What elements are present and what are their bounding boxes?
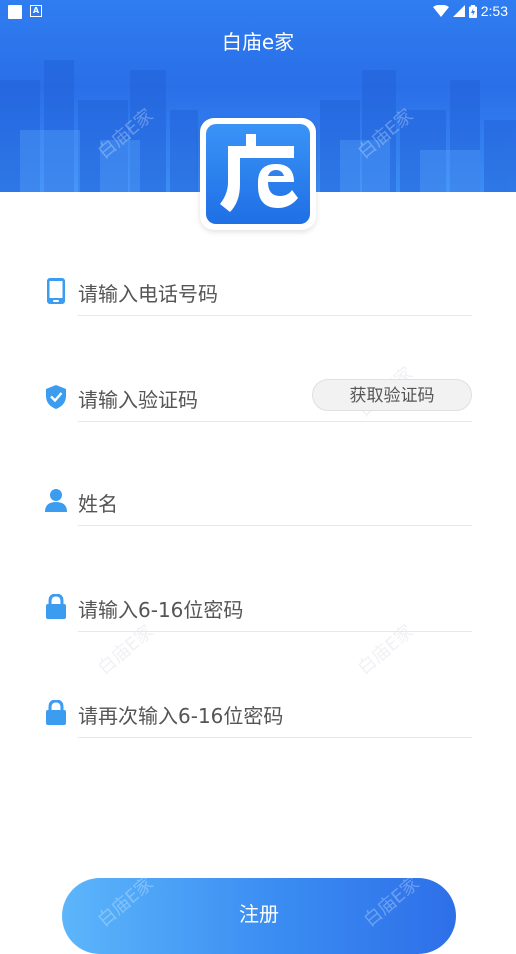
status-bar: A 2:53 bbox=[0, 0, 516, 24]
password-field[interactable]: 请输入6-16位密码 bbox=[44, 582, 472, 632]
lock-icon bbox=[46, 594, 66, 619]
signal-icon bbox=[452, 5, 465, 17]
divider bbox=[78, 421, 472, 422]
app-logo-icon bbox=[206, 124, 310, 224]
confirm-password-field[interactable]: 请再次输入6-16位密码 bbox=[44, 688, 472, 738]
phone-field[interactable]: 请输入电话号码 bbox=[44, 266, 472, 316]
user-icon bbox=[45, 489, 67, 512]
confirm-password-input[interactable]: 请再次输入6-16位密码 bbox=[78, 700, 283, 729]
notification-icon bbox=[8, 5, 22, 19]
verification-code-input[interactable]: 请输入验证码 bbox=[78, 384, 198, 413]
phone-icon bbox=[47, 278, 65, 304]
status-indicators: 2:53 bbox=[432, 3, 508, 19]
shield-check-icon bbox=[46, 385, 66, 409]
app-logo bbox=[200, 118, 316, 230]
phone-input[interactable]: 请输入电话号码 bbox=[78, 278, 218, 307]
name-field[interactable]: 姓名 bbox=[44, 476, 472, 526]
password-input[interactable]: 请输入6-16位密码 bbox=[78, 594, 243, 623]
app-notification-icon: A bbox=[30, 5, 42, 17]
divider bbox=[78, 315, 472, 316]
divider bbox=[78, 631, 472, 632]
lock-icon bbox=[46, 700, 66, 725]
clock-time: 2:53 bbox=[480, 3, 508, 19]
divider bbox=[78, 737, 472, 738]
name-input[interactable]: 姓名 bbox=[78, 488, 118, 517]
wifi-icon bbox=[432, 5, 449, 17]
register-button[interactable]: 注册 白庙E家 白庙E家 bbox=[62, 873, 456, 954]
page-title: 白庙e家 bbox=[221, 30, 295, 54]
divider bbox=[78, 525, 472, 526]
get-code-button[interactable]: 获取验证码 bbox=[312, 379, 472, 411]
verification-code-field[interactable]: 请输入验证码 获取验证码 bbox=[44, 372, 472, 422]
battery-icon bbox=[468, 4, 477, 18]
